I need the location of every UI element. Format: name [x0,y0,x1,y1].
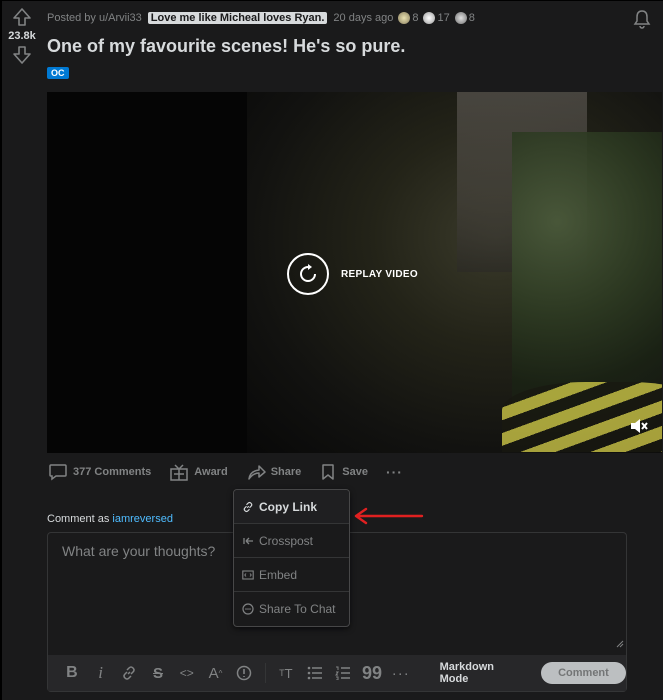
share-button[interactable]: Share [246,463,302,481]
share-dropdown-menu: Copy Link Crosspost Embed Share To Chat [233,489,350,627]
bookmark-icon [322,464,335,480]
video-player[interactable]: REPLAY VIDEO [47,92,662,453]
bold-icon[interactable]: B [58,659,86,687]
menu-item-embed[interactable]: Embed [234,558,349,592]
menu-item-copy-link[interactable]: Copy Link [234,490,349,524]
award-helpful[interactable]: 17 [423,12,450,24]
menu-item-share-to-chat[interactable]: Share To Chat [234,592,349,626]
superscript-icon[interactable]: A ^ [202,659,230,687]
save-label: Save [342,466,368,478]
bulleted-list-icon[interactable] [301,659,329,687]
menu-item-label: Share To Chat [259,602,336,616]
share-icon [247,465,266,480]
chat-icon [242,603,254,615]
save-button[interactable]: Save [319,463,368,481]
crosspost-icon [243,537,253,544]
toolbar-divider [265,663,267,683]
award-count: 17 [437,12,450,24]
award-label: Award [194,466,228,478]
comments-button[interactable]: 377 Comments [48,463,151,481]
award-wholesome[interactable]: 8 [398,12,418,24]
more-icon: ··· [385,464,403,480]
spoiler-icon[interactable] [230,659,258,687]
more-formatting-icon[interactable]: ··· [387,659,415,687]
vote-score: 23.8k [8,30,36,42]
share-label: Share [270,466,302,478]
link-icon [243,501,253,512]
award-silver[interactable]: 8 [454,12,475,24]
award-button[interactable]: Award [169,463,228,481]
replay-video-button[interactable]: REPLAY VIDEO [287,253,418,295]
strikethrough-icon[interactable]: S [144,659,172,687]
menu-item-label: Copy Link [259,499,318,514]
posted-by[interactable]: Posted by u/Arvii33 [47,12,142,24]
more-options-button[interactable]: ··· [386,464,403,480]
markdown-mode-toggle[interactable]: Markdown Mode [440,661,525,685]
mute-icon[interactable] [630,418,648,439]
comment-as-label: Comment as [47,513,110,525]
post-actions: 377 Comments Award Share Save ··· [48,463,421,481]
resize-handle-icon[interactable] [616,635,624,653]
post-container: 23.8k Posted by u/Arvii33 Love me like M… [0,0,663,700]
comment-icon [49,464,67,481]
menu-item-crosspost[interactable]: Crosspost [234,524,349,558]
quote-block-icon[interactable]: 99 [358,659,386,687]
silver-award-icon [454,12,467,24]
post-age[interactable]: 20 days ago [333,12,393,24]
post-flair-oc[interactable]: OC [47,67,69,79]
comment-placeholder[interactable]: What are your thoughts? [62,543,215,559]
inline-code-icon[interactable]: <> [173,659,201,687]
replay-label: REPLAY VIDEO [341,268,418,280]
replay-icon [287,253,329,295]
numbered-list-icon[interactable] [329,659,357,687]
comments-label: 377 Comments [73,466,152,478]
downvote-icon[interactable] [6,45,38,65]
wholesome-award-icon [398,12,411,24]
menu-item-label: Crosspost [259,533,314,548]
comment-submit-button[interactable]: Comment [540,662,627,684]
embed-icon [242,569,254,580]
heading-icon[interactable]: TT [272,659,300,687]
annotation-arrow-icon [350,506,424,531]
gift-icon [170,464,189,481]
comment-as-line: Comment as iamreversed [47,513,173,525]
upvote-icon[interactable] [6,7,38,27]
italic-icon[interactable]: i [87,659,115,687]
award-count: 8 [468,12,475,24]
vote-column: 23.8k [6,7,38,65]
notification-bell-icon[interactable] [633,9,651,34]
helpful-award-icon [423,12,436,24]
menu-item-label: Embed [259,567,298,582]
link-icon[interactable] [115,659,143,687]
award-count: 8 [412,12,419,24]
user-flair: Love me like Micheal loves Ryan. [147,12,328,24]
post-title[interactable]: One of my favourite scenes! He's so pure… [47,36,405,57]
editor-toolbar: B i S <> A ^ TT 99 ··· Markdown Mode Comm… [48,655,627,691]
post-meta: Posted by u/Arvii33 Love me like Micheal… [47,12,475,24]
video-costume [502,382,662,452]
comment-username-link[interactable]: iamreversed [112,513,173,525]
